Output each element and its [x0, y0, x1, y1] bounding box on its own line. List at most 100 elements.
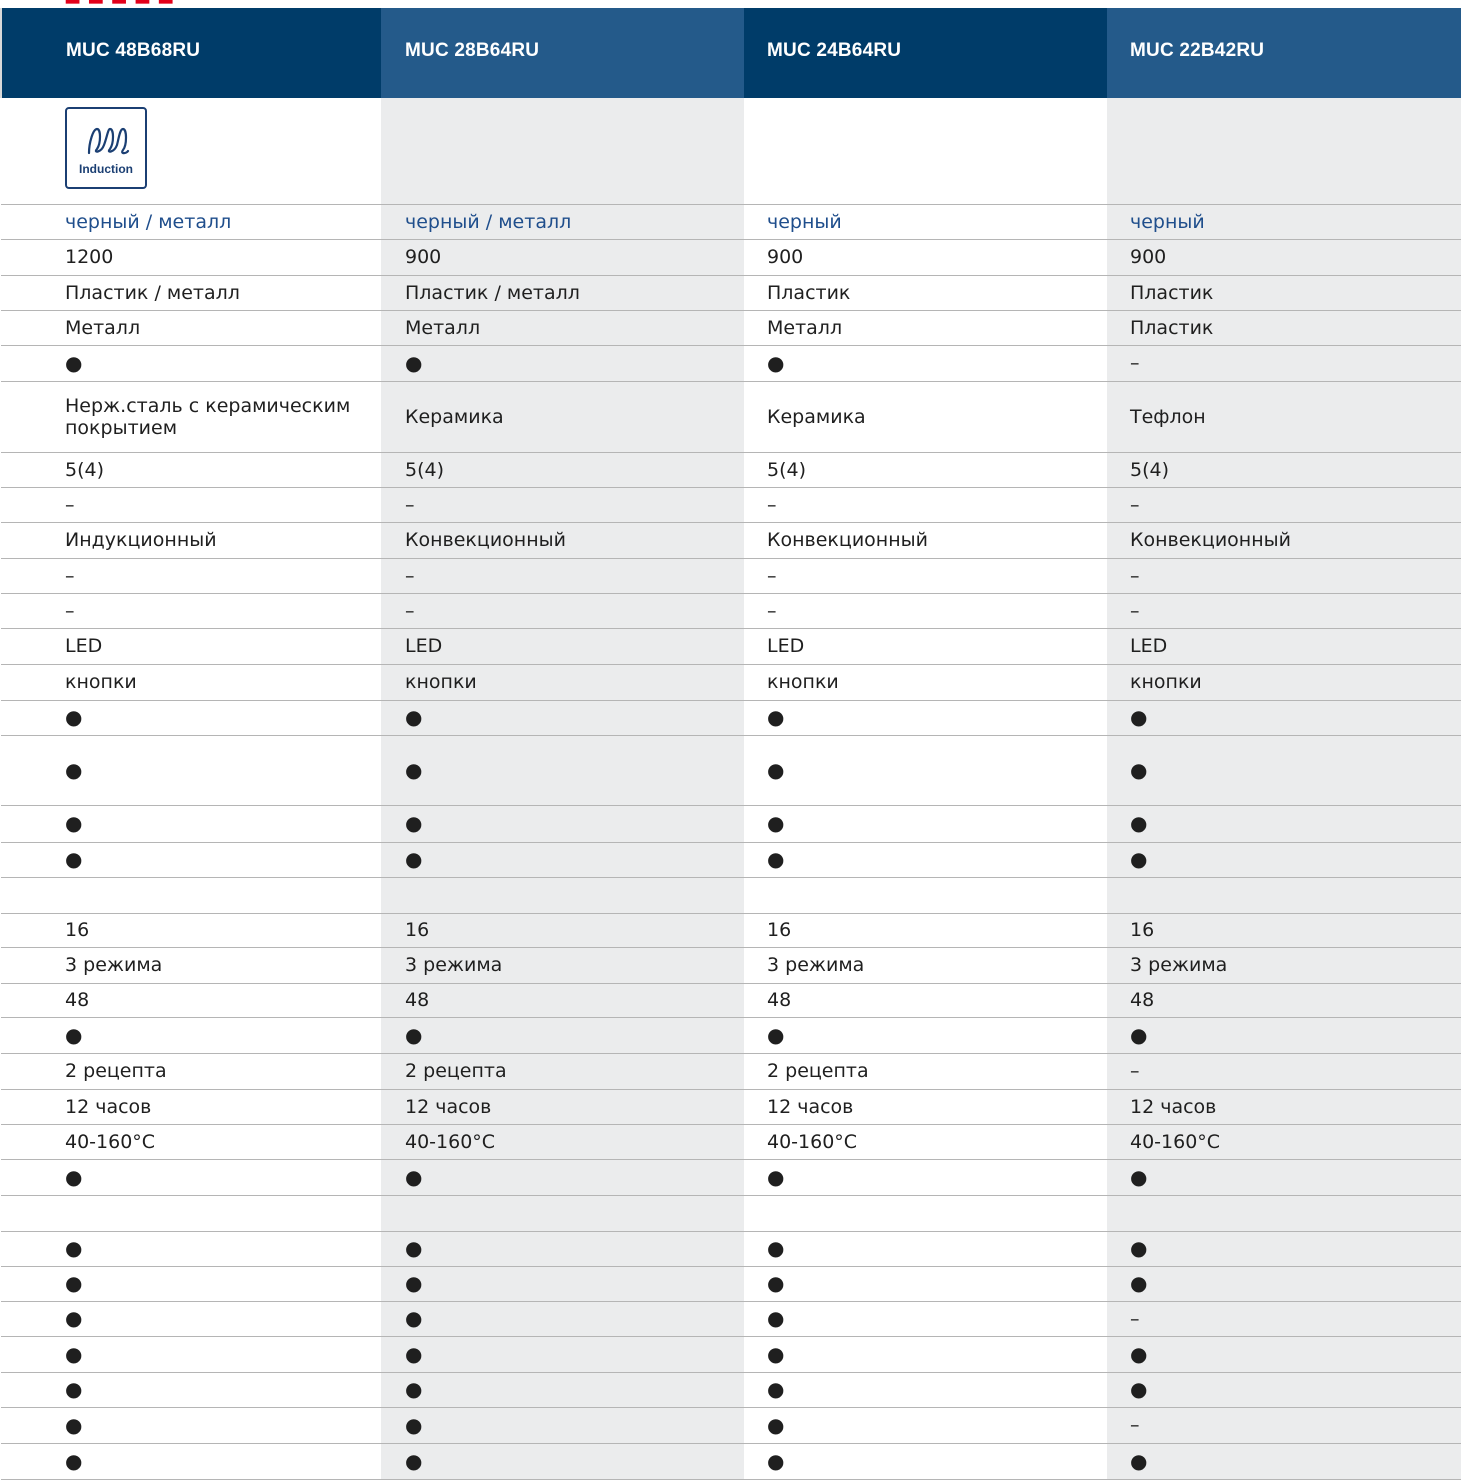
table-cell: ● [381, 1372, 744, 1408]
table-cell: – [1107, 558, 1461, 594]
table-cell: 40-160°C [744, 1124, 1107, 1160]
no-dash: – [1130, 1060, 1140, 1082]
yes-dot: ● [767, 350, 785, 375]
yes-dot: ● [65, 1022, 83, 1047]
table-cell: 40-160°C [1, 1124, 381, 1160]
cell-value: Пластик / металл [405, 281, 580, 304]
cell-value: Пластик / металл [65, 281, 240, 304]
table-row: 48 48 48 48 [1, 983, 1461, 1018]
table-cell: – [744, 558, 1107, 594]
top-edge-strip: ▬ ▬ ▬ ▬ ▬ [0, 0, 1461, 8]
table-row [1, 1195, 1461, 1232]
table-row: – – – – [1, 487, 1461, 523]
table-row: ● ● ● ● [1, 700, 1461, 736]
no-dash: – [767, 493, 777, 516]
table-cell: – [1107, 1301, 1461, 1337]
yes-dot: ● [767, 1341, 785, 1366]
cell-value: 5(4) [1130, 458, 1170, 481]
yes-dot: ● [1130, 847, 1148, 871]
yes-dot: ● [767, 1022, 785, 1047]
cell-value: LED [1130, 635, 1168, 657]
table-cell: 48 [744, 983, 1107, 1018]
table-cell: 3 режима [381, 947, 744, 984]
table-cell: – [744, 593, 1107, 629]
table-row: Металл Металл Металл Пластик [1, 310, 1461, 346]
table-cell: ● [1107, 842, 1461, 878]
cell-value: 900 [405, 246, 442, 268]
table-cell: ● [381, 1266, 744, 1302]
table-cell: 48 [1107, 983, 1461, 1018]
table-cell: Нерж.сталь с керамическим покрытием [1, 381, 381, 453]
table-cell: 16 [744, 913, 1107, 948]
table-cell: LED [381, 628, 744, 665]
cell-value: 48 [1130, 989, 1155, 1011]
table-row: ● ● ● – [1, 1407, 1461, 1444]
table-row: – – – – [1, 558, 1461, 594]
table-cell [1107, 877, 1461, 914]
table-cell [1, 1195, 381, 1232]
table-cell: 900 [1107, 239, 1461, 276]
table-cell: 900 [744, 239, 1107, 276]
spec-comparison-table: MUC 48B68RU MUC 28B64RU MUC 24B64RU MUC … [0, 8, 1461, 1480]
cell-value: 40-160°C [767, 1130, 858, 1153]
induction-caption: Induction [79, 162, 133, 176]
cell-value: Конвекционный [1130, 529, 1291, 551]
cell-value: 16 [405, 919, 430, 941]
yes-dot: ● [65, 1448, 83, 1473]
no-dash: – [65, 493, 75, 516]
table-cell: ● [1107, 1372, 1461, 1408]
no-dash: – [405, 599, 415, 622]
cell-value: 900 [767, 246, 804, 268]
induction-icon: Induction [65, 107, 147, 189]
table-cell: ● [1107, 1017, 1461, 1054]
yes-dot: ● [405, 1306, 423, 1330]
no-dash: – [1130, 352, 1140, 374]
table-cell: 12 часов [381, 1089, 744, 1125]
yes-dot: ● [65, 705, 83, 729]
table-cell [744, 98, 1107, 205]
cell-value: кнопки [65, 671, 137, 693]
cell-value: 2 рецепта [405, 1060, 507, 1082]
table-cell: Пластик [1107, 310, 1461, 346]
yes-dot: ● [405, 757, 423, 782]
cell-value: 3 режима [767, 954, 865, 976]
table-cell: ● [381, 735, 744, 806]
table-row: ● ● ● ● [1, 805, 1461, 843]
table-row: ● ● ● ● [1, 1266, 1461, 1302]
table-cell [381, 1195, 744, 1232]
table-cell: Конвекционный [1107, 522, 1461, 559]
table-cell: 48 [1, 983, 381, 1018]
table-cell: 3 режима [744, 947, 1107, 984]
table-row: 40-160°C 40-160°C 40-160°C 40-160°C [1, 1124, 1461, 1160]
table-row: ● ● ● ● [1, 1231, 1461, 1267]
table-row: Пластик / металл Пластик / металл Пластик П… [1, 275, 1461, 311]
table-cell: ● [381, 1407, 744, 1444]
table-cell: ● [381, 1017, 744, 1054]
table-cell: ● [744, 1266, 1107, 1302]
yes-dot: ● [65, 1271, 83, 1295]
cell-value: LED [405, 635, 443, 657]
table-cell: черный [1107, 204, 1461, 240]
yes-dot: ● [405, 1377, 423, 1401]
table-cell: 16 [1, 913, 381, 948]
table-cell: ● [381, 345, 744, 382]
yes-dot: ● [405, 811, 423, 835]
table-cell: Металл [381, 310, 744, 346]
table-cell: ● [1, 700, 381, 736]
cell-value: 12 часов [405, 1095, 492, 1118]
table-cell: ● [744, 842, 1107, 878]
cell-value: Конвекционный [767, 529, 928, 551]
yes-dot: ● [405, 350, 423, 375]
table-cell: ● [1, 1266, 381, 1302]
no-dash: – [1130, 1307, 1140, 1330]
cell-value: Тефлон [1130, 405, 1206, 428]
table-cell: – [1, 558, 381, 594]
no-dash: – [65, 599, 75, 622]
table-cell: – [744, 487, 1107, 523]
cell-value: Индукционный [65, 529, 217, 551]
no-dash: – [1130, 599, 1140, 622]
cell-value: 5(4) [767, 458, 807, 481]
table-cell: ● [744, 345, 1107, 382]
no-dash: – [1130, 564, 1140, 587]
table-cell: 5(4) [1, 452, 381, 488]
